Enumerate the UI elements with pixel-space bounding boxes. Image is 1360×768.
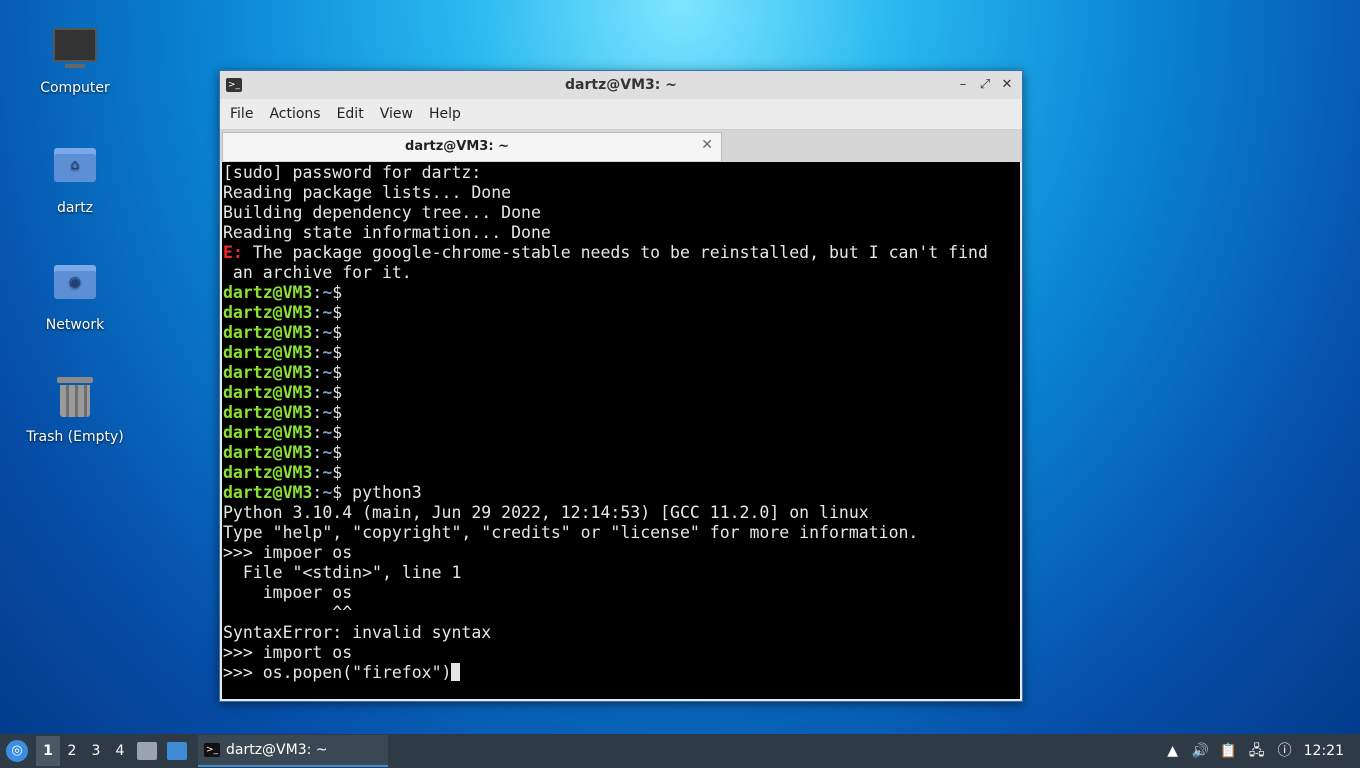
prompt-line: dartz@VM3:~$ <box>223 443 343 462</box>
prompt-line: dartz@VM3:~$ python3 <box>223 483 422 502</box>
error-prefix: E: <box>223 243 243 262</box>
clipboard-icon[interactable]: 📋 <box>1220 742 1238 760</box>
terminal-line: Type "help", "copyright", "credits" or "… <box>223 523 919 542</box>
tab-terminal[interactable]: dartz@VM3: ~ ✕ <box>222 132 722 161</box>
tab-close-icon[interactable]: ✕ <box>701 137 713 153</box>
prompt-line: dartz@VM3:~$ <box>223 463 343 482</box>
show-desktop-icon[interactable] <box>167 742 187 760</box>
menu-view[interactable]: View <box>380 106 425 122</box>
window-title: dartz@VM3: ~ <box>565 77 677 93</box>
terminal-line: >>> impoer os <box>223 543 353 562</box>
menubar: File Actions Edit View Help <box>220 99 1022 130</box>
current-input: >>> os.popen("firefox") <box>223 663 452 682</box>
menu-help[interactable]: Help <box>429 106 473 122</box>
notification-icon[interactable]: ⓘ <box>1276 742 1294 760</box>
prompt-line: dartz@VM3:~$ <box>223 423 343 442</box>
home-folder-icon: ⌂ <box>51 148 99 196</box>
tab-bar: dartz@VM3: ~ ✕ <box>220 130 1022 162</box>
file-manager-icon[interactable] <box>137 742 157 760</box>
terminal-line: impoer os <box>223 583 353 602</box>
maximize-button[interactable]: ⤢ <box>976 76 994 94</box>
desktop-icon-network[interactable]: ◉ Network <box>10 257 140 333</box>
desktop-icon-label: Network <box>45 317 105 333</box>
terminal-input-line[interactable]: >>> os.popen("firefox") <box>223 663 1020 683</box>
tab-label: dartz@VM3: ~ <box>405 139 509 154</box>
terminal-window: >_ dartz@VM3: ~ – ⤢ ✕ File Actions Edit … <box>219 70 1023 702</box>
computer-icon <box>51 28 99 76</box>
desktop-icon-label: Computer <box>40 80 110 96</box>
terminal-line: Reading package lists... Done <box>223 183 512 202</box>
error-text: The package google-chrome-stable needs t… <box>242 243 988 262</box>
network-folder-icon: ◉ <box>51 265 99 313</box>
volume-icon[interactable]: 🔊 <box>1192 742 1210 760</box>
desktop-icon-trash[interactable]: Trash (Empty) <box>10 373 140 445</box>
workspace-2[interactable]: 2 <box>60 736 84 766</box>
trash-icon <box>51 377 99 425</box>
prompt-line: dartz@VM3:~$ <box>223 383 343 402</box>
workspace-3[interactable]: 3 <box>84 736 108 766</box>
prompt-line: dartz@VM3:~$ <box>223 363 343 382</box>
taskbar-item-label: dartz@VM3: ~ <box>226 742 328 758</box>
terminal-line: File "<stdin>", line 1 <box>223 563 462 582</box>
start-menu-icon[interactable]: ◎ <box>6 740 28 762</box>
terminal-output[interactable]: [sudo] password for dartz: Reading packa… <box>222 162 1020 699</box>
text-cursor <box>451 663 461 681</box>
terminal-error-line: E: The package google-chrome-stable need… <box>223 243 1020 263</box>
terminal-line: >>> import os <box>223 643 353 662</box>
taskbar-item-terminal[interactable]: >_ dartz@VM3: ~ <box>198 735 388 767</box>
terminal-line: ^^ <box>223 603 353 622</box>
menu-actions[interactable]: Actions <box>269 106 332 122</box>
prompt-line: dartz@VM3:~$ <box>223 403 343 422</box>
terminal-icon: >_ <box>204 743 220 757</box>
up-arrow-icon[interactable]: ▲ <box>1164 742 1182 760</box>
window-titlebar[interactable]: >_ dartz@VM3: ~ – ⤢ ✕ <box>220 71 1022 99</box>
terminal-icon[interactable]: >_ <box>226 78 242 92</box>
terminal-line: SyntaxError: invalid syntax <box>223 623 492 642</box>
terminal-line: Python 3.10.4 (main, Jun 29 2022, 12:14:… <box>223 503 869 522</box>
prompt-line: dartz@VM3:~$ <box>223 303 343 322</box>
network-icon[interactable]: 🖧 <box>1248 742 1266 760</box>
prompt-line: dartz@VM3:~$ <box>223 323 343 342</box>
terminal-line: Building dependency tree... Done <box>223 203 541 222</box>
menu-file[interactable]: File <box>230 106 265 122</box>
terminal-line: [sudo] password for dartz: <box>223 163 482 182</box>
minimize-button[interactable]: – <box>954 76 972 94</box>
workspace-1[interactable]: 1 <box>36 736 60 766</box>
desktop-icon-computer[interactable]: Computer <box>10 22 140 96</box>
menu-edit[interactable]: Edit <box>337 106 376 122</box>
prompt-line: dartz@VM3:~$ <box>223 283 343 302</box>
terminal-line: an archive for it. <box>223 263 412 282</box>
desktop-icon-label: dartz <box>56 200 94 216</box>
desktop-icon-home[interactable]: ⌂ dartz <box>10 140 140 216</box>
prompt-line: dartz@VM3:~$ <box>223 343 343 362</box>
python-command: python3 <box>342 483 422 502</box>
terminal-line: Reading state information... Done <box>223 223 551 242</box>
taskbar: ◎ 1 2 3 4 >_ dartz@VM3: ~ ▲ 🔊 📋 🖧 ⓘ 12:2… <box>0 734 1360 768</box>
desktop-icon-label: Trash (Empty) <box>26 429 124 445</box>
workspace-4[interactable]: 4 <box>108 736 132 766</box>
close-button[interactable]: ✕ <box>998 76 1016 94</box>
system-tray: ▲ 🔊 📋 🖧 ⓘ 12:21 <box>1164 742 1344 760</box>
clock[interactable]: 12:21 <box>1304 743 1344 759</box>
